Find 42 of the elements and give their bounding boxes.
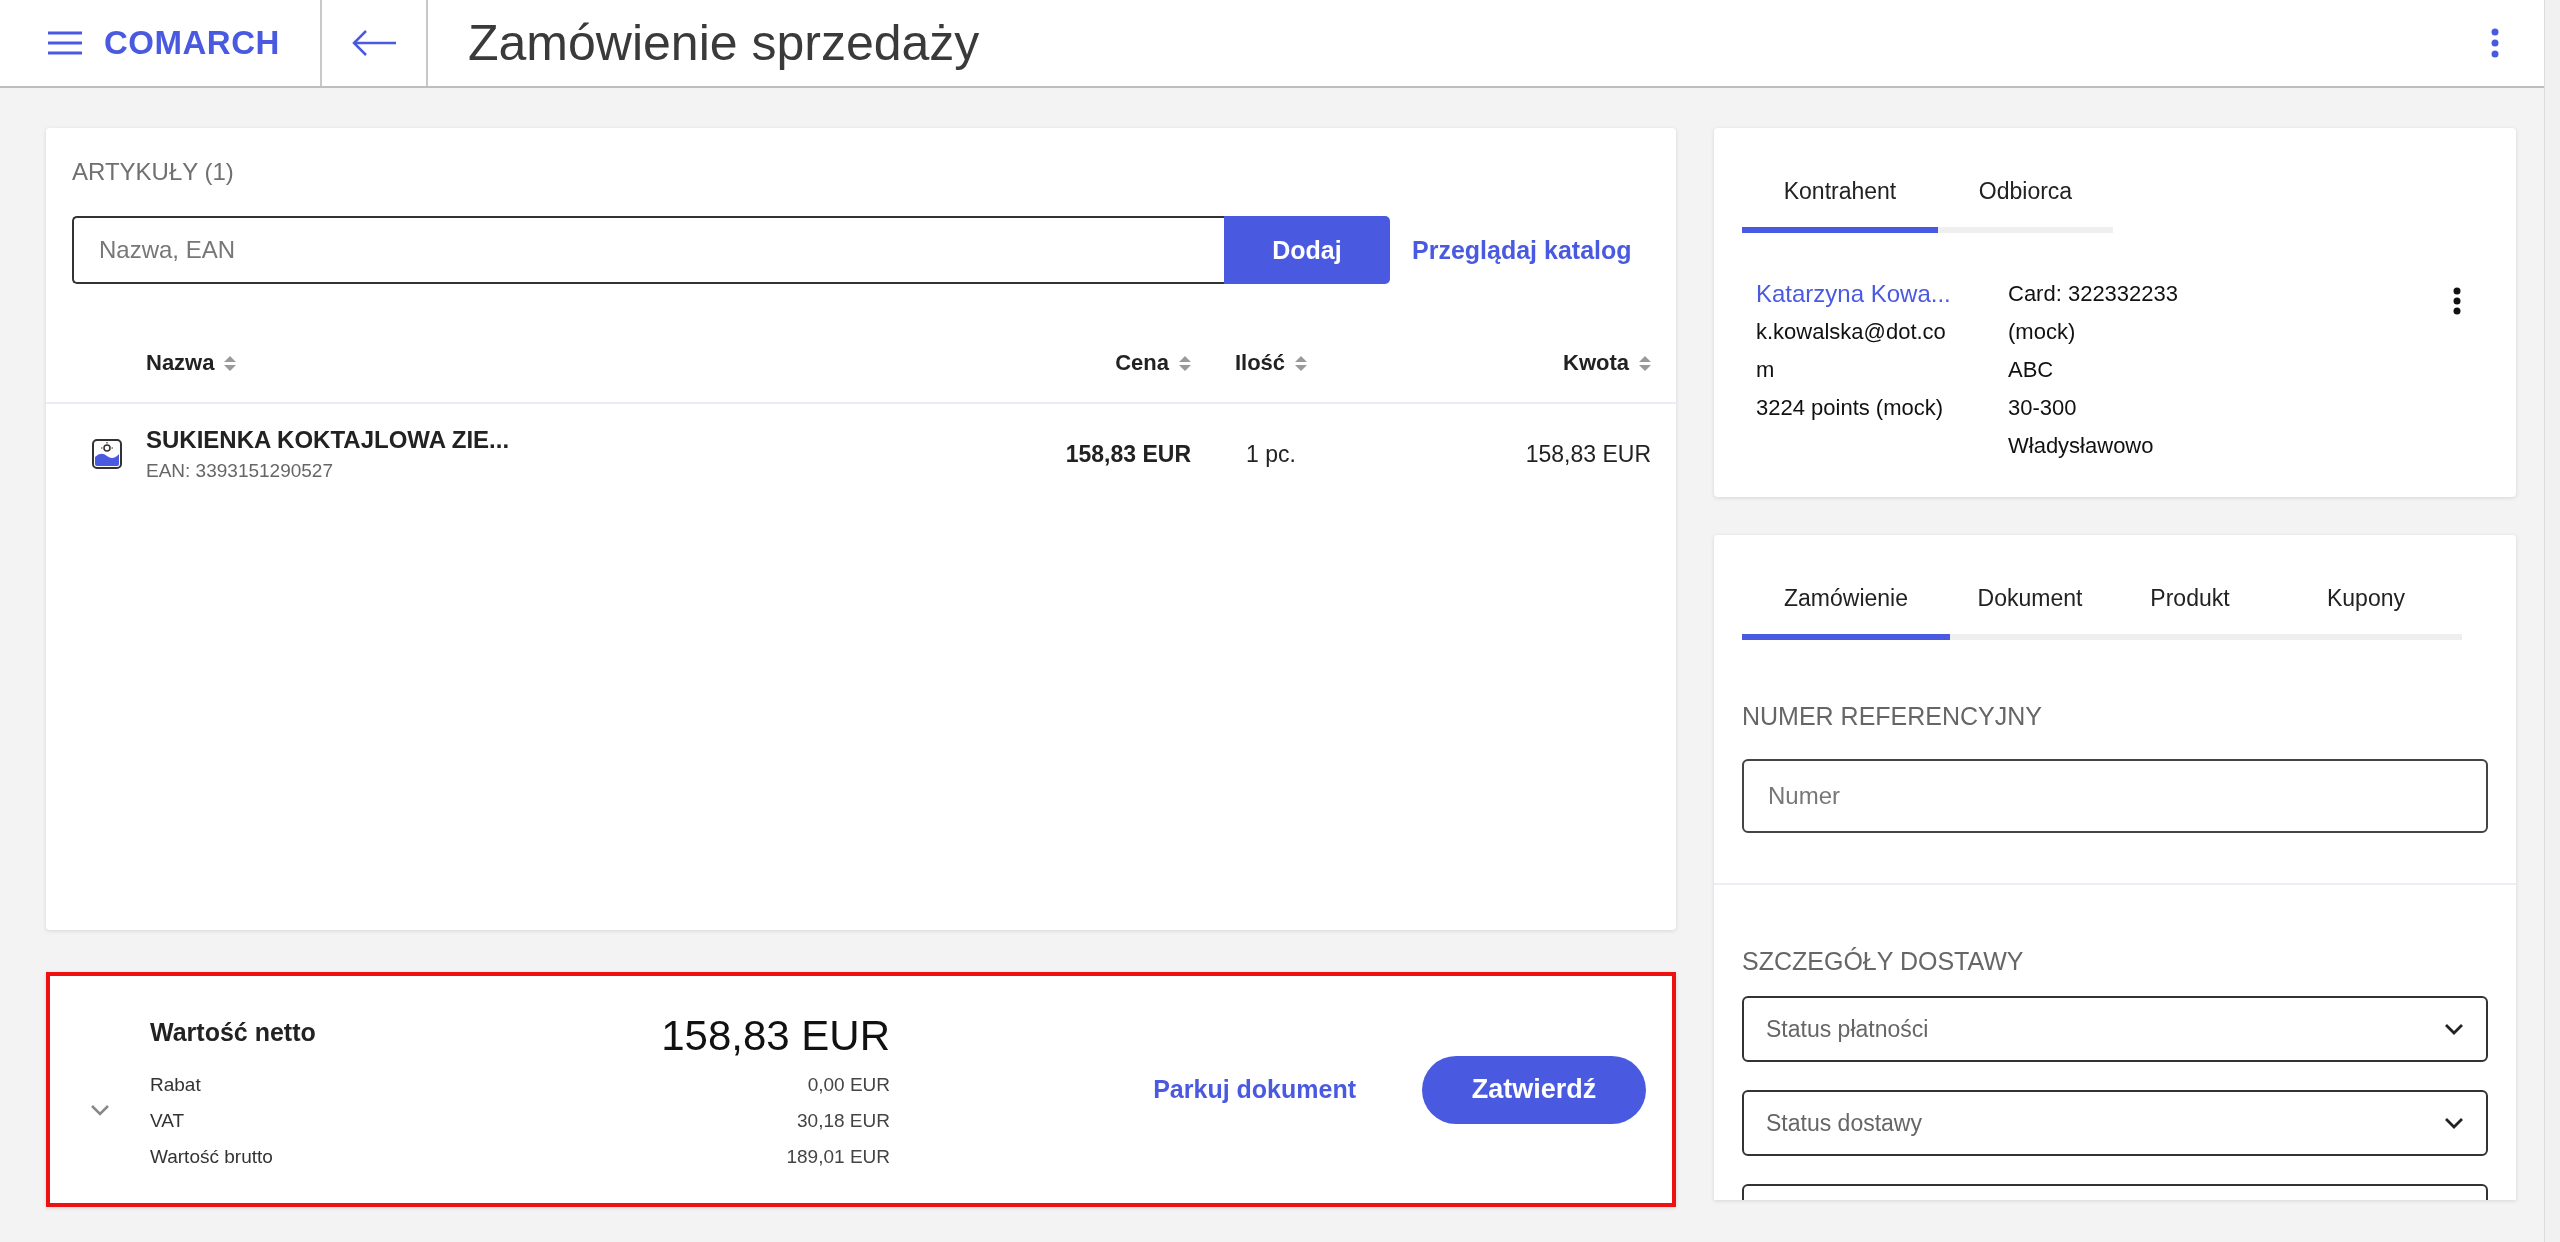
dropdown-field[interactable]: Status dostawy [1742, 1090, 2488, 1156]
customer-email: k.kowalska@dot.com [1756, 318, 1947, 384]
summary-label: VAT [150, 1109, 186, 1132]
quantity: 1 pc. [1246, 440, 1296, 468]
page-title: Zamówienie sprzedaży [468, 14, 981, 73]
tab[interactable]: Dokument [1950, 585, 2110, 640]
add-button[interactable]: Dodaj [1224, 216, 1390, 284]
column-header[interactable]: Ilość [1234, 350, 1286, 376]
browse-catalog-link[interactable]: Przeglądaj katalog [1412, 235, 1632, 265]
customer-address: 30-300 Władysławowo [2008, 394, 2155, 460]
search-field[interactable]: Nazwa, EAN [72, 216, 1224, 284]
tab[interactable]: Odbiorca [1938, 178, 2113, 233]
column-header[interactable]: Cena [1115, 350, 1169, 376]
section-heading: NUMER REFERENCYJNY [1742, 702, 2044, 731]
summary-value: 189,01 EUR [785, 1145, 890, 1168]
column-header[interactable]: Kwota [1563, 350, 1629, 376]
summary-label: Rabat [150, 1073, 202, 1096]
customer-name-link[interactable]: Katarzyna Kowa... [1756, 275, 2008, 313]
confirm-button[interactable]: Zatwierdź [1422, 1055, 1646, 1124]
summary-value: 0,00 EUR [806, 1073, 890, 1096]
summary-value: 30,18 EUR [796, 1109, 890, 1132]
section-heading: SZCZEGÓŁY DOSTAWY [1742, 947, 2025, 976]
column-header[interactable]: Nazwa [146, 350, 215, 376]
tab[interactable]: Kupony [2270, 585, 2462, 640]
net-value: 158,83 EUR [660, 1011, 890, 1060]
net-value-label: Wartość netto [150, 1018, 317, 1047]
reference-number-field[interactable]: Numer [1742, 759, 2488, 833]
loyalty-points: 3224 points (mock) [1756, 394, 1945, 422]
park-document-link[interactable]: Parkuj dokument [1153, 1075, 1356, 1104]
customer-group: ABC [2008, 351, 2208, 389]
card-number: Card: 322332233 (mock) [2008, 280, 2180, 346]
dropdown-field[interactable]: Status płatności [1742, 996, 2488, 1062]
tab[interactable]: Produkt [2110, 585, 2270, 640]
tab[interactable]: Kontrahent [1742, 178, 1938, 233]
price: 158,83 EUR [1065, 440, 1191, 468]
product-ean: EAN: 3393151290527 [146, 460, 333, 482]
summary-label: Wartość brutto [150, 1145, 274, 1168]
logo[interactable]: COMARCH [104, 24, 280, 62]
section-heading: ARTYKUŁY (1) [72, 158, 235, 186]
amount: 158,83 EUR [1525, 440, 1651, 468]
product-name: SUKIENKA KOKTAJLOWA ZIE... [146, 426, 510, 454]
tab[interactable]: Zamówienie [1742, 585, 1950, 640]
